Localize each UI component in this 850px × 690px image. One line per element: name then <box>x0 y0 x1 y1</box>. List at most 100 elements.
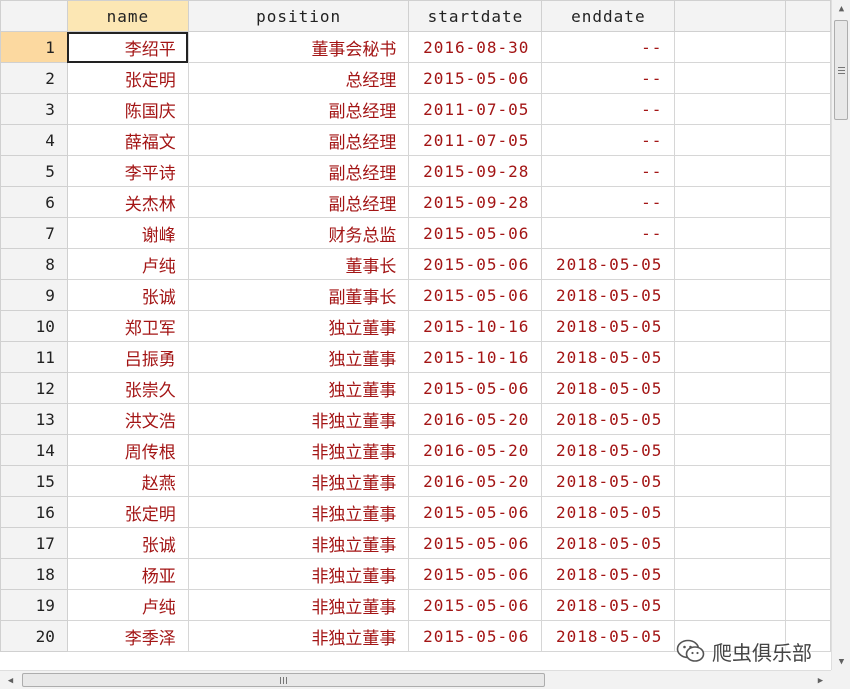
cell-startdate[interactable]: 2015-05-06 <box>408 620 543 652</box>
row-number[interactable]: 14 <box>0 434 68 466</box>
cell-empty[interactable] <box>785 31 831 63</box>
cell-position[interactable]: 非独立董事 <box>187 496 410 528</box>
cell-empty[interactable] <box>785 527 831 559</box>
cell-name[interactable]: 李季泽 <box>66 620 189 652</box>
cell-empty[interactable] <box>674 372 787 404</box>
table-row[interactable]: 12 张崇久 独立董事 2015-05-06 2018-05-05 <box>0 372 831 404</box>
cell-empty[interactable] <box>674 527 787 559</box>
cell-empty[interactable] <box>674 496 787 528</box>
cell-position[interactable]: 副董事长 <box>187 279 410 311</box>
cell-enddate[interactable]: 2018-05-05 <box>541 465 676 497</box>
cell-empty[interactable] <box>674 558 787 590</box>
cell-position[interactable]: 非独立董事 <box>187 434 410 466</box>
row-number[interactable]: 15 <box>0 465 68 497</box>
row-number[interactable]: 11 <box>0 341 68 373</box>
scroll-left-arrow-icon[interactable]: ◀ <box>2 671 19 690</box>
cell-name[interactable]: 卢纯 <box>66 589 189 621</box>
cell-name[interactable]: 洪文浩 <box>66 403 189 435</box>
cell-empty[interactable] <box>785 496 831 528</box>
table-row[interactable]: 11 吕振勇 独立董事 2015-10-16 2018-05-05 <box>0 341 831 373</box>
cell-enddate[interactable]: 2018-05-05 <box>541 310 676 342</box>
cell-position[interactable]: 董事会秘书 <box>187 31 410 63</box>
cell-startdate[interactable]: 2016-05-20 <box>408 434 543 466</box>
data-grid[interactable]: name position startdate enddate 1 李绍平 董事会秘… <box>0 0 831 670</box>
cell-enddate[interactable]: 2018-05-05 <box>541 589 676 621</box>
cell-startdate[interactable]: 2015-09-28 <box>408 155 543 187</box>
cell-startdate[interactable]: 2015-05-06 <box>408 279 543 311</box>
cell-name[interactable]: 卢纯 <box>66 248 189 280</box>
table-row[interactable]: 2 张定明 总经理 2015-05-06 -- <box>0 62 831 94</box>
cell-enddate[interactable]: 2018-05-05 <box>541 248 676 280</box>
row-number[interactable]: 10 <box>0 310 68 342</box>
table-row[interactable]: 5 李平诗 副总经理 2015-09-28 -- <box>0 155 831 187</box>
cell-empty[interactable] <box>785 248 831 280</box>
cell-enddate[interactable]: -- <box>541 93 676 125</box>
cell-startdate[interactable]: 2015-05-06 <box>408 558 543 590</box>
cell-position[interactable]: 独立董事 <box>187 372 410 404</box>
cell-position[interactable]: 副总经理 <box>187 155 410 187</box>
table-row[interactable]: 1 李绍平 董事会秘书 2016-08-30 -- <box>0 31 831 63</box>
cell-position[interactable]: 非独立董事 <box>187 620 410 652</box>
cell-startdate[interactable]: 2015-05-06 <box>408 589 543 621</box>
cell-enddate[interactable]: 2018-05-05 <box>541 496 676 528</box>
row-number[interactable]: 9 <box>0 279 68 311</box>
cell-position[interactable]: 独立董事 <box>187 341 410 373</box>
cell-startdate[interactable]: 2016-05-20 <box>408 403 543 435</box>
cell-startdate[interactable]: 2015-05-06 <box>408 527 543 559</box>
row-number[interactable]: 13 <box>0 403 68 435</box>
cell-empty[interactable] <box>674 93 787 125</box>
row-number[interactable]: 12 <box>0 372 68 404</box>
table-row[interactable]: 6 关杰林 副总经理 2015-09-28 -- <box>0 186 831 218</box>
table-row[interactable]: 9 张诚 副董事长 2015-05-06 2018-05-05 <box>0 279 831 311</box>
horizontal-scroll-thumb[interactable] <box>22 673 545 687</box>
horizontal-scrollbar[interactable]: ◀ ▶ <box>0 670 831 689</box>
cell-empty[interactable] <box>785 434 831 466</box>
cell-name[interactable]: 李绍平 <box>66 31 189 63</box>
row-number[interactable]: 16 <box>0 496 68 528</box>
cell-position[interactable]: 非独立董事 <box>187 403 410 435</box>
cell-empty[interactable] <box>674 403 787 435</box>
table-row[interactable]: 8 卢纯 董事长 2015-05-06 2018-05-05 <box>0 248 831 280</box>
cell-name[interactable]: 郑卫军 <box>66 310 189 342</box>
table-row[interactable]: 14 周传根 非独立董事 2016-05-20 2018-05-05 <box>0 434 831 466</box>
cell-startdate[interactable]: 2015-05-06 <box>408 62 543 94</box>
cell-empty[interactable] <box>674 62 787 94</box>
vertical-scrollbar[interactable]: ▲ ▼ <box>831 0 850 670</box>
cell-enddate[interactable]: 2018-05-05 <box>541 403 676 435</box>
cell-position[interactable]: 独立董事 <box>187 310 410 342</box>
column-header-empty[interactable] <box>674 0 787 32</box>
cell-startdate[interactable]: 2015-05-06 <box>408 217 543 249</box>
cell-enddate[interactable]: 2018-05-05 <box>541 558 676 590</box>
cell-empty[interactable] <box>785 558 831 590</box>
cell-name[interactable]: 周传根 <box>66 434 189 466</box>
cell-empty[interactable] <box>674 465 787 497</box>
cell-empty[interactable] <box>674 434 787 466</box>
table-row[interactable]: 17 张诚 非独立董事 2015-05-06 2018-05-05 <box>0 527 831 559</box>
cell-empty[interactable] <box>785 310 831 342</box>
cell-empty[interactable] <box>785 589 831 621</box>
cell-enddate[interactable]: 2018-05-05 <box>541 527 676 559</box>
cell-startdate[interactable]: 2016-05-20 <box>408 465 543 497</box>
cell-startdate[interactable]: 2015-10-16 <box>408 310 543 342</box>
cell-name[interactable]: 谢峰 <box>66 217 189 249</box>
cell-startdate[interactable]: 2015-09-28 <box>408 186 543 218</box>
cell-name[interactable]: 关杰林 <box>66 186 189 218</box>
cell-empty[interactable] <box>785 155 831 187</box>
table-row[interactable]: 18 杨亚 非独立董事 2015-05-06 2018-05-05 <box>0 558 831 590</box>
cell-name[interactable]: 张定明 <box>66 62 189 94</box>
scroll-up-arrow-icon[interactable]: ▲ <box>832 0 850 17</box>
cell-enddate[interactable]: 2018-05-05 <box>541 620 676 652</box>
column-header-startdate[interactable]: startdate <box>408 0 543 32</box>
corner-header[interactable] <box>0 0 68 32</box>
cell-empty[interactable] <box>785 341 831 373</box>
cell-name[interactable]: 张崇久 <box>66 372 189 404</box>
column-header-name[interactable]: name <box>66 0 189 32</box>
table-row[interactable]: 15 赵燕 非独立董事 2016-05-20 2018-05-05 <box>0 465 831 497</box>
cell-enddate[interactable]: -- <box>541 62 676 94</box>
cell-empty[interactable] <box>785 372 831 404</box>
table-row[interactable]: 13 洪文浩 非独立董事 2016-05-20 2018-05-05 <box>0 403 831 435</box>
cell-startdate[interactable]: 2015-10-16 <box>408 341 543 373</box>
cell-empty[interactable] <box>785 465 831 497</box>
cell-startdate[interactable]: 2015-05-06 <box>408 248 543 280</box>
cell-empty[interactable] <box>785 217 831 249</box>
